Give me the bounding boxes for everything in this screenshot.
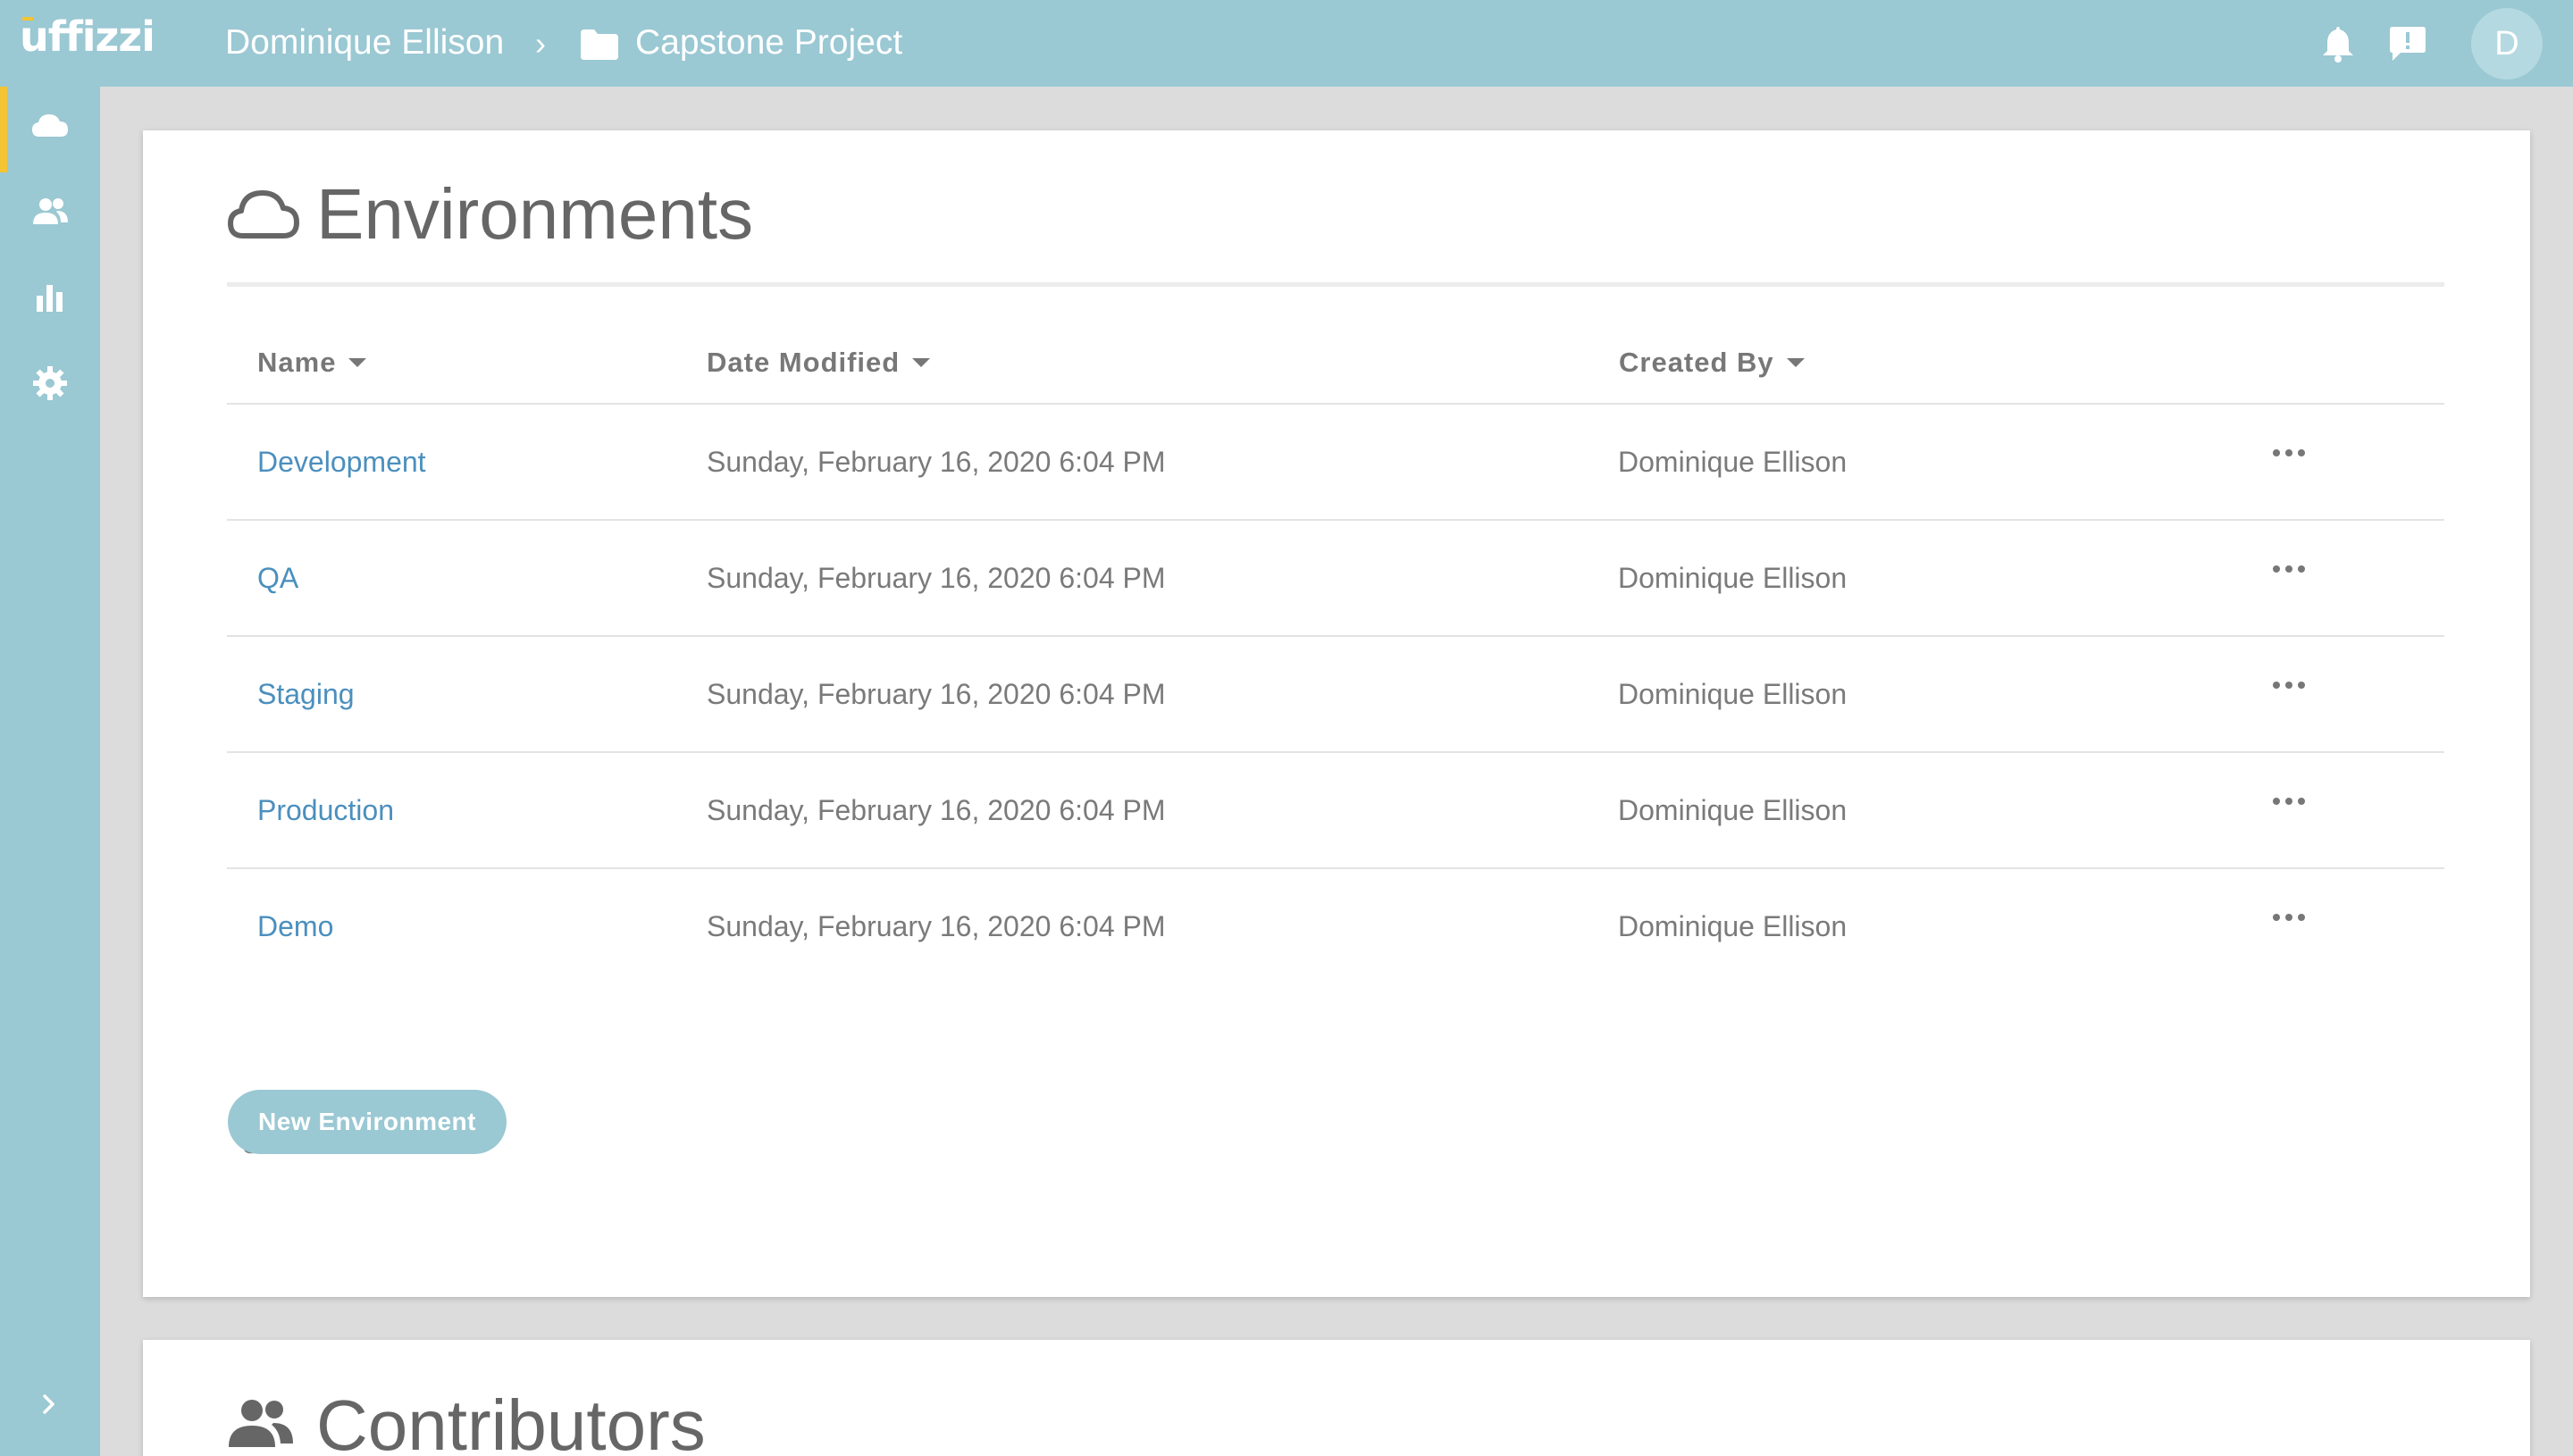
logo-text: uffizzi bbox=[20, 13, 155, 61]
date-modified: Sunday, February 16, 2020 6:04 PM bbox=[707, 562, 1166, 594]
section-title-contributors: Contributors bbox=[316, 1385, 706, 1456]
column-header-creator[interactable]: Created By bbox=[1619, 347, 1805, 379]
more-options-icon[interactable] bbox=[2273, 565, 2305, 578]
bell-icon[interactable] bbox=[2321, 25, 2355, 63]
page-title: Environments bbox=[316, 174, 754, 254]
sidebar-active-indicator bbox=[0, 87, 7, 172]
breadcrumb-separator: › bbox=[535, 25, 546, 62]
logo-accent bbox=[22, 17, 33, 21]
cloud-icon[interactable] bbox=[30, 106, 70, 146]
created-by: Dominique Ellison bbox=[1618, 562, 1848, 594]
feedback-icon[interactable] bbox=[2389, 25, 2426, 63]
environments-card: Environments Name Date Modified Created … bbox=[143, 130, 2530, 1297]
new-environment-button[interactable]: New Environment bbox=[228, 1090, 507, 1154]
created-by: Dominique Ellison bbox=[1618, 910, 1848, 942]
column-header-creator-label: Created By bbox=[1619, 347, 1774, 378]
title-divider bbox=[227, 282, 2444, 287]
caret-down-icon bbox=[912, 358, 931, 367]
uffizzi-logo[interactable]: uffizzi bbox=[20, 13, 155, 61]
bar-chart-icon[interactable] bbox=[30, 278, 70, 317]
created-by: Dominique Ellison bbox=[1618, 446, 1848, 478]
table-row: Production Sunday, February 16, 2020 6:0… bbox=[227, 753, 2444, 869]
more-options-icon[interactable] bbox=[2273, 449, 2305, 462]
sidebar bbox=[0, 87, 100, 1456]
environment-link[interactable]: Production bbox=[257, 794, 394, 827]
breadcrumb-account[interactable]: Dominique Ellison bbox=[225, 23, 504, 63]
environment-link[interactable]: Demo bbox=[257, 910, 333, 943]
column-header-name[interactable]: Name bbox=[257, 347, 367, 379]
breadcrumb-project[interactable]: Capstone Project bbox=[635, 23, 902, 63]
table-row: Demo Sunday, February 16, 2020 6:04 PM D… bbox=[227, 869, 2444, 985]
date-modified: Sunday, February 16, 2020 6:04 PM bbox=[707, 678, 1166, 710]
date-modified: Sunday, February 16, 2020 6:04 PM bbox=[707, 794, 1166, 826]
environment-link[interactable]: QA bbox=[257, 562, 298, 595]
table-row: QA Sunday, February 16, 2020 6:04 PM Dom… bbox=[227, 521, 2444, 637]
column-header-date[interactable]: Date Modified bbox=[707, 347, 931, 379]
more-options-icon[interactable] bbox=[2273, 798, 2305, 810]
users-icon bbox=[229, 1400, 293, 1447]
date-modified: Sunday, February 16, 2020 6:04 PM bbox=[707, 446, 1166, 478]
date-modified: Sunday, February 16, 2020 6:04 PM bbox=[707, 910, 1166, 942]
environment-link[interactable]: Staging bbox=[257, 678, 355, 711]
environment-link[interactable]: Development bbox=[257, 446, 426, 479]
created-by: Dominique Ellison bbox=[1618, 678, 1848, 710]
gear-icon[interactable] bbox=[30, 364, 70, 403]
more-options-icon[interactable] bbox=[2273, 914, 2305, 926]
top-bar: uffizzi Dominique Ellison › Capstone Pro… bbox=[0, 0, 2573, 87]
created-by: Dominique Ellison bbox=[1618, 794, 1848, 826]
caret-down-icon bbox=[1786, 358, 1805, 367]
users-icon[interactable] bbox=[30, 192, 70, 231]
caret-down-icon bbox=[348, 358, 367, 367]
more-options-icon[interactable] bbox=[2273, 682, 2305, 694]
cloud-outline-icon bbox=[228, 190, 299, 238]
chevron-right-icon[interactable] bbox=[36, 1391, 63, 1418]
column-header-date-label: Date Modified bbox=[707, 347, 901, 378]
avatar[interactable]: D bbox=[2471, 8, 2543, 79]
table-row: Staging Sunday, February 16, 2020 6:04 P… bbox=[227, 637, 2444, 753]
contributors-card: Contributors bbox=[143, 1340, 2530, 1456]
column-header-name-label: Name bbox=[257, 347, 337, 378]
table-row: Development Sunday, February 16, 2020 6:… bbox=[227, 405, 2444, 521]
folder-icon bbox=[581, 29, 618, 60]
